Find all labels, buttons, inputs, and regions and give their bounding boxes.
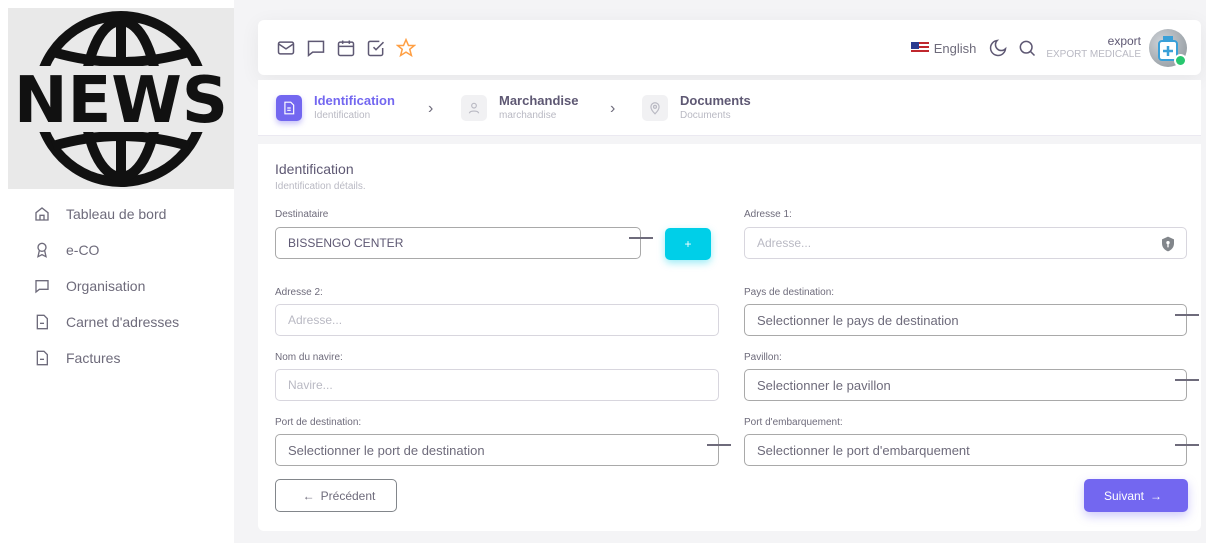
navire-input[interactable]: Navire... xyxy=(275,369,719,401)
port-destination-select[interactable]: Selectionner le port de destination xyxy=(275,434,731,466)
home-icon xyxy=(34,206,50,222)
award-icon xyxy=(34,242,50,258)
form-stepper: Identification Identification › Marchand… xyxy=(258,80,1201,136)
next-button-label: Suivant xyxy=(1103,488,1145,503)
step-marchandise[interactable]: Marchandise marchandise xyxy=(461,93,578,121)
select-handle-icon xyxy=(629,237,653,239)
port-embarquement-placeholder: Selectionner le port d'embarquement xyxy=(757,442,970,458)
map-pin-icon xyxy=(642,95,668,121)
sidebar-item-label: Tableau de bord xyxy=(66,206,167,222)
adresse1-placeholder: Adresse... xyxy=(757,236,812,250)
step-subtitle: Documents xyxy=(680,110,731,121)
destinataire-select[interactable]: BISSENGO CENTER xyxy=(275,227,653,259)
adresse2-label: Adresse 2: xyxy=(275,287,323,298)
select-handle-icon xyxy=(1175,379,1199,381)
adresse2-placeholder: Adresse... xyxy=(288,313,343,327)
arrow-left-icon: ← xyxy=(302,488,315,503)
search-icon[interactable] xyxy=(1017,38,1037,58)
navire-label: Nom du navire: xyxy=(275,352,343,363)
sidebar-item-factures[interactable]: Factures xyxy=(0,340,234,376)
mail-icon[interactable] xyxy=(276,38,296,58)
sidebar-item-label: Factures xyxy=(66,350,121,366)
pays-select[interactable]: Selectionner le pays de destination xyxy=(744,304,1199,336)
us-flag-icon xyxy=(910,42,929,54)
step-title: Marchandise xyxy=(499,93,579,108)
file-icon xyxy=(34,314,50,330)
adresse2-input[interactable]: Adresse... xyxy=(275,304,719,336)
check-square-icon[interactable] xyxy=(366,38,386,58)
select-handle-icon xyxy=(707,444,731,446)
port-destination-placeholder: Selectionner le port de destination xyxy=(288,442,485,458)
top-navbar: English export EXPORT MEDICALE xyxy=(258,20,1201,75)
select-handle-icon xyxy=(1175,444,1199,446)
port-destination-label: Port de destination: xyxy=(275,417,362,428)
destinataire-label: Destinataire xyxy=(275,209,329,220)
select-handle-icon xyxy=(1175,314,1199,316)
news-logo[interactable]: NEWS xyxy=(8,8,234,189)
sidebar-item-label: Organisation xyxy=(66,278,146,294)
port-embarquement-select[interactable]: Selectionner le port d'embarquement xyxy=(744,434,1199,466)
pays-placeholder: Selectionner le pays de destination xyxy=(757,312,959,328)
arrow-right-icon: → xyxy=(1150,488,1163,503)
step-subtitle: marchandise xyxy=(499,110,557,121)
form-subtitle: Identification détails. xyxy=(275,181,366,192)
pavillon-placeholder: Selectionner le pavillon xyxy=(757,377,891,393)
moon-icon[interactable] xyxy=(988,38,1008,58)
sidebar-item-eco[interactable]: e-CO xyxy=(0,232,234,268)
user-role: EXPORT MEDICALE xyxy=(1046,49,1141,61)
adresse1-input[interactable]: Adresse... xyxy=(744,227,1187,259)
pays-label: Pays de destination: xyxy=(744,287,835,298)
step-identification[interactable]: Identification Identification xyxy=(276,93,395,121)
sidebar-item-organisation[interactable]: Organisation xyxy=(0,268,234,304)
previous-button-label: Précédent xyxy=(320,488,376,503)
destinataire-value: BISSENGO CENTER xyxy=(288,236,404,250)
step-documents[interactable]: Documents Documents xyxy=(642,93,751,121)
sidebar-nav: Tableau de bord e-CO Organisation Carnet… xyxy=(0,196,234,376)
sidebar-item-label: e-CO xyxy=(66,242,100,258)
sidebar: NEWS Tableau de bord e-CO Organisation C… xyxy=(0,0,234,543)
navire-placeholder: Navire... xyxy=(288,378,333,392)
add-destinataire-button[interactable]: + xyxy=(665,228,711,260)
user-name: export xyxy=(1107,34,1141,49)
next-button[interactable]: Suivant → xyxy=(1084,479,1188,512)
navbar-shortcuts xyxy=(276,38,416,58)
message-square-icon xyxy=(34,278,50,294)
port-embarquement-label: Port d'embarquement: xyxy=(744,417,843,428)
form-title: Identification xyxy=(275,161,354,177)
chevron-right-icon: › xyxy=(610,100,616,117)
sidebar-item-label: Carnet d'adresses xyxy=(66,314,180,330)
chevron-right-icon: › xyxy=(428,100,434,117)
file-icon xyxy=(34,350,50,366)
navbar-right: English export EXPORT MEDICALE xyxy=(910,26,1187,70)
sidebar-item-carnet[interactable]: Carnet d'adresses xyxy=(0,304,234,340)
avatar[interactable] xyxy=(1149,29,1187,67)
step-title: Documents xyxy=(680,93,751,108)
calendar-icon[interactable] xyxy=(336,38,356,58)
previous-button[interactable]: ← Précédent xyxy=(275,479,397,512)
identification-form: Identification Identification détails. D… xyxy=(258,144,1201,531)
star-icon[interactable] xyxy=(396,38,416,58)
file-text-icon xyxy=(276,95,302,121)
pavillon-label: Pavillon: xyxy=(744,352,782,363)
adresse1-label: Adresse 1: xyxy=(744,209,792,220)
logo-text: NEWS xyxy=(14,64,228,138)
pavillon-select[interactable]: Selectionner le pavillon xyxy=(744,369,1199,401)
user-icon xyxy=(461,95,487,121)
password-key-icon[interactable] xyxy=(1160,236,1176,252)
message-square-icon[interactable] xyxy=(306,38,326,58)
step-title: Identification xyxy=(314,93,395,108)
sidebar-item-dashboard[interactable]: Tableau de bord xyxy=(0,196,234,232)
user-info[interactable]: export EXPORT MEDICALE xyxy=(1046,34,1141,61)
language-dropdown[interactable]: English xyxy=(910,40,977,56)
language-label: English xyxy=(933,40,977,56)
step-subtitle: Identification xyxy=(314,110,371,121)
